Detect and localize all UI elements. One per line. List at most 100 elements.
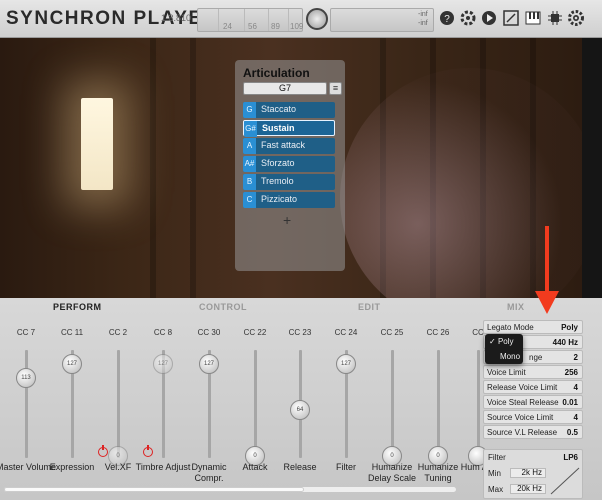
source-voice-limit-row[interactable]: Source Voice Limit 4 [483, 410, 583, 424]
articulation-item[interactable]: C Pizzicato [243, 192, 335, 208]
source-vl-release-row[interactable]: Source V.L Release 0.5 [483, 425, 583, 439]
filter-section: Filter LP6 Min 2k Hz Max 20k Hz [483, 449, 583, 499]
horizontal-scrollbar[interactable] [4, 487, 456, 492]
articulation-item[interactable]: A Fast attack [243, 138, 335, 154]
articulation-item[interactable]: G Staccato [243, 102, 335, 118]
wood-slat [150, 38, 156, 298]
fader-track[interactable] [116, 350, 120, 458]
fader-track[interactable] [390, 350, 394, 458]
tab-control[interactable]: CONTROL [199, 302, 247, 312]
gear-alt-icon[interactable] [460, 10, 476, 26]
articulation-keyswitch: A [243, 138, 256, 154]
setting-value: 4 [573, 383, 578, 392]
meter-tick: 24 [223, 22, 232, 31]
articulation-name: Sustain [262, 123, 295, 133]
fader-thumb[interactable]: 127 [62, 354, 82, 374]
fader-thumb[interactable]: 64 [290, 400, 310, 420]
wood-slat [190, 38, 196, 298]
dropdown-option-label: Poly [497, 337, 514, 346]
legato-mode-row[interactable]: Legato Mode Poly [483, 320, 583, 334]
question-icon[interactable]: ? [439, 10, 455, 26]
layers-icon[interactable]: ≡ [329, 82, 342, 95]
settings-icon[interactable] [568, 10, 584, 26]
cc-number-label: CC 22 [243, 328, 267, 337]
setting-value: 0.5 [566, 428, 578, 437]
fader-track[interactable] [24, 350, 28, 458]
cc-number-label: CC 24 [334, 328, 358, 337]
level-readout: -inf -inf [418, 10, 428, 28]
articulation-name: Tremolo [261, 176, 294, 186]
filter-min-field[interactable]: 2k Hz [510, 468, 546, 478]
setting-value: Poly [561, 323, 578, 332]
fader-thumb[interactable]: 113 [16, 367, 36, 388]
articulation-keyswitch: A# [243, 156, 256, 172]
fader-track[interactable] [476, 350, 480, 458]
tab-perform[interactable]: PERFORM [53, 302, 102, 312]
setting-label: Voice Steal Release [487, 398, 559, 407]
articulation-keyswitch: G [243, 102, 256, 118]
legato-mode-dropdown: ✓ Poly Mono [485, 334, 523, 364]
articulation-name: Sforzato [261, 158, 295, 168]
articulation-item-selected[interactable]: G# Sustain [243, 120, 335, 137]
cpu-meter: 24 56 89 109 [197, 8, 303, 32]
articulation-keyswitch: B [243, 174, 256, 190]
fader-thumb[interactable]: 127 [336, 354, 356, 374]
setting-label: nge [529, 353, 543, 362]
setting-value: 2 [573, 353, 578, 362]
add-articulation-button[interactable]: + [283, 212, 291, 228]
level-left: -inf [418, 11, 428, 18]
fader-thumb[interactable]: 127 [199, 354, 219, 374]
filter-max-label: Max [488, 485, 504, 494]
chip-icon[interactable] [547, 10, 563, 26]
meter-tick: 56 [248, 22, 257, 31]
fader-track[interactable] [253, 350, 257, 458]
filter-max-field[interactable]: 20k Hz [510, 484, 546, 494]
voice-limit-row[interactable]: Voice Limit 256 [483, 365, 583, 379]
articulation-keyswitch: C [243, 192, 256, 208]
setting-label: Voice Limit [487, 368, 526, 377]
piano-icon[interactable] [525, 10, 541, 26]
resize-icon[interactable] [503, 10, 519, 26]
setting-label: Source V.L Release [487, 428, 558, 437]
filter-type[interactable]: LP6 [563, 453, 578, 462]
svg-text:?: ? [444, 14, 450, 25]
app-version: 1.3.810 [161, 13, 192, 23]
filter-label: Filter [488, 453, 506, 462]
dropdown-option[interactable]: Mono [500, 352, 520, 361]
top-toolbar: SYNCHRON PLAYER 1.3.810 24 56 89 109 -in… [0, 0, 602, 38]
cc-number-label: CC 8 [153, 328, 173, 337]
release-voice-limit-row[interactable]: Release Voice Limit 4 [483, 380, 583, 394]
cc-number-label: CC 2 [108, 328, 128, 337]
side-strip [582, 38, 602, 298]
master-knob[interactable] [306, 8, 328, 30]
power-icon[interactable] [98, 445, 108, 457]
meter-separator [288, 9, 289, 31]
articulation-name: Fast attack [261, 140, 306, 150]
dropdown-option-check[interactable]: ✓ Poly [489, 337, 514, 346]
level-right: -inf [418, 20, 428, 27]
tab-mix[interactable]: MIX [507, 302, 525, 312]
articulation-panel: Articulation G7 ≡ G Staccato G# Sustain … [235, 60, 345, 271]
tab-edit[interactable]: EDIT [358, 302, 381, 312]
meter-tick: 109 [290, 22, 304, 31]
fader-track[interactable] [436, 350, 440, 458]
articulation-keyswitch: G# [244, 121, 257, 137]
voice-steal-release-row[interactable]: Voice Steal Release 0.01 [483, 395, 583, 409]
checkmark-icon: ✓ [489, 337, 496, 346]
meter-tick: 89 [271, 22, 280, 31]
cc-number-label: CC 25 [380, 328, 404, 337]
fader-thumb[interactable]: 127 [153, 354, 173, 374]
wall-light [81, 98, 113, 190]
articulation-key-field[interactable]: G7 [243, 82, 327, 95]
scrollbar-thumb[interactable] [4, 487, 304, 492]
setting-value: 256 [564, 368, 578, 377]
articulation-item[interactable]: A# Sforzato [243, 156, 335, 172]
cc-number-label: CC 11 [60, 328, 84, 337]
articulation-name: Staccato [261, 104, 297, 114]
play-icon[interactable] [481, 10, 497, 26]
articulation-title: Articulation [243, 66, 310, 80]
meter-separator [268, 9, 269, 31]
articulation-item[interactable]: B Tremolo [243, 174, 335, 190]
power-icon[interactable] [143, 445, 153, 457]
meter-separator [218, 9, 219, 31]
